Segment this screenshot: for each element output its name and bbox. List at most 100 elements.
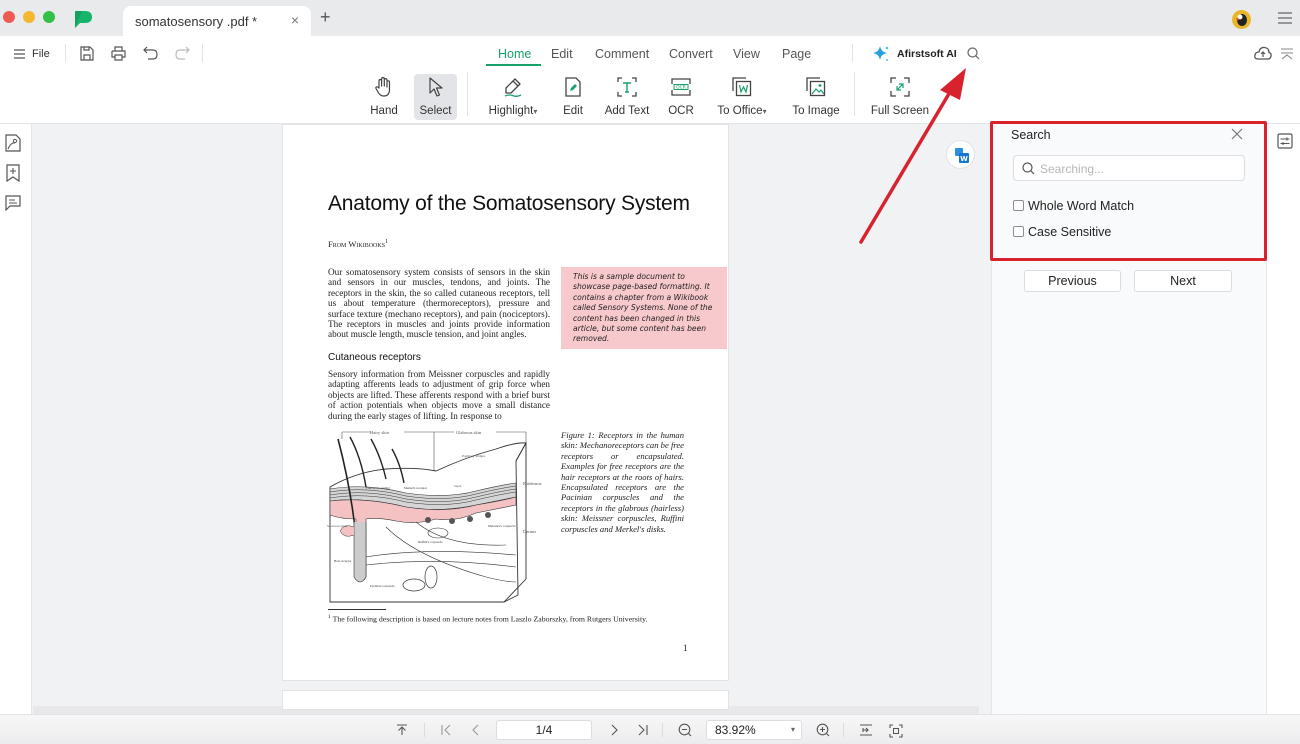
figure-label-epidermis: Epidermis	[523, 481, 542, 486]
first-page-icon[interactable]	[440, 724, 452, 736]
figure-label-meissner: Meissner's corpuscle	[488, 524, 516, 528]
hand-tool-button[interactable]: Hand	[362, 74, 406, 120]
hand-tool-label: Hand	[370, 105, 398, 117]
thumbnails-icon[interactable]	[5, 134, 21, 152]
divider	[467, 72, 468, 116]
figure-label-hairy-skin: Hairy skin	[370, 430, 390, 435]
save-icon[interactable]	[80, 46, 94, 61]
divider	[662, 723, 663, 737]
tab-edit[interactable]: Edit	[551, 47, 573, 61]
figure-label-free-nerve: Free nerve ending	[366, 486, 390, 490]
tab-comment[interactable]: Comment	[595, 47, 649, 61]
document-tab[interactable]: somatosensory .pdf * ×	[123, 6, 311, 36]
svg-text:W: W	[960, 155, 968, 163]
page-number: 1	[683, 643, 688, 653]
section-paragraph: Sensory information from Meissner corpus…	[328, 369, 550, 421]
file-menu-icon[interactable]	[14, 49, 26, 59]
next-result-button[interactable]: Next	[1134, 270, 1232, 292]
previous-result-button[interactable]: Previous	[1024, 270, 1121, 292]
tab-view[interactable]: View	[733, 47, 760, 61]
tab-home[interactable]: Home	[498, 47, 531, 61]
add-text-icon	[616, 76, 638, 98]
tab-convert[interactable]: Convert	[669, 47, 713, 61]
zoom-in-icon[interactable]	[816, 723, 830, 737]
fit-page-icon[interactable]	[889, 724, 903, 738]
skin-receptors-figure: Hairy skin Glabrous skin Papillary Ridge…	[326, 427, 552, 605]
to-office-tool-label: To Office	[717, 105, 763, 117]
print-icon[interactable]	[111, 46, 126, 61]
full-screen-tool-label: Full Screen	[870, 105, 930, 117]
divider	[852, 44, 853, 62]
ai-assistant-button[interactable]: Afirstsoft AI	[897, 48, 957, 60]
tab-page[interactable]: Page	[782, 47, 811, 61]
select-tool-button[interactable]: Select	[414, 74, 457, 120]
ocr-tool-label: OCR	[668, 105, 694, 117]
edit-tool-button[interactable]: Edit	[556, 74, 590, 120]
ocr-tool-button[interactable]: OCR OCR	[664, 74, 698, 120]
figure-label-dermis: Dermis	[523, 529, 536, 534]
figure-label-septa: Septa	[454, 484, 462, 488]
collapse-toolbar-icon[interactable]	[1280, 48, 1294, 60]
edit-icon	[563, 76, 583, 98]
footnote-mark: 1	[385, 239, 389, 246]
add-text-tool-button[interactable]: Add Text	[602, 74, 652, 120]
document-title: Anatomy of the Somatosensory System	[328, 192, 690, 215]
new-tab-button[interactable]: +	[320, 7, 331, 28]
footnote-text: The following description is based on le…	[332, 614, 648, 624]
highlighter-icon	[502, 76, 524, 98]
fullscreen-icon	[889, 76, 911, 98]
edit-tool-label: Edit	[563, 105, 583, 117]
left-sidebar	[0, 124, 32, 714]
comments-icon[interactable]	[5, 195, 21, 211]
previous-page-icon[interactable]	[470, 724, 482, 736]
window-close-button[interactable]	[3, 11, 15, 23]
window-maximize-button[interactable]	[43, 11, 55, 23]
dropdown-caret-icon: ▾	[762, 107, 767, 116]
pdf-page-2	[282, 690, 729, 710]
last-page-icon[interactable]	[637, 724, 649, 736]
right-sidebar	[1266, 124, 1300, 714]
redo-icon[interactable]	[175, 46, 190, 60]
figure-label-papillary-ridges: Papillary Ridges	[462, 454, 486, 458]
select-tool-label: Select	[419, 105, 452, 117]
highlight-tool-label: Highlight	[488, 105, 534, 117]
bookmark-add-icon[interactable]	[6, 164, 20, 182]
to-office-icon	[731, 76, 753, 98]
properties-panel-icon[interactable]	[1277, 133, 1293, 149]
toolbar: File Home Edit Comment Convert View Page…	[0, 36, 1300, 124]
go-to-top-icon[interactable]	[396, 724, 408, 736]
figure-label-merkel: Merkel's receptor	[404, 486, 428, 490]
fit-width-icon[interactable]	[859, 724, 873, 736]
divider	[854, 72, 855, 116]
window-minimize-button[interactable]	[23, 11, 35, 23]
active-tab-indicator	[486, 64, 541, 66]
figure-label-pacinian: Pacinian corpuscle	[370, 584, 395, 588]
to-image-tool-label: To Image	[792, 105, 840, 117]
search-icon[interactable]	[967, 47, 980, 60]
ocr-icon: OCR	[670, 76, 692, 98]
zoom-out-icon[interactable]	[678, 723, 692, 737]
footnote-divider	[328, 609, 386, 610]
hamburger-menu-icon[interactable]	[1278, 12, 1292, 24]
figure-caption: Figure 1: Receptors in the human skin: M…	[561, 430, 684, 534]
figure-label-glabrous-skin: Glabrous skin	[456, 430, 482, 435]
full-screen-tool-button[interactable]: Full Screen	[869, 74, 931, 120]
to-office-tool-button[interactable]: To Office▾	[712, 74, 772, 120]
user-avatar[interactable]	[1232, 10, 1251, 29]
ai-sparkle-icon[interactable]	[872, 45, 890, 63]
next-page-icon[interactable]	[608, 724, 620, 736]
page-number-input[interactable]: 1/4	[496, 720, 592, 740]
hand-icon	[374, 76, 394, 98]
file-menu-button[interactable]: File	[32, 48, 50, 60]
word-convert-icon: W	[955, 148, 969, 163]
undo-icon[interactable]	[143, 46, 158, 60]
to-image-tool-button[interactable]: To Image	[788, 74, 844, 120]
cloud-upload-icon[interactable]	[1254, 46, 1272, 60]
document-source: From Wikibooks1	[328, 239, 388, 249]
highlight-tool-button[interactable]: Highlight▾	[480, 74, 546, 120]
svg-text:OCR: OCR	[676, 85, 686, 91]
convert-to-word-button[interactable]: W	[946, 140, 975, 169]
zoom-level-select[interactable]: 83.92% ▾	[706, 720, 802, 740]
tab-close-icon[interactable]: ×	[291, 12, 299, 28]
divider	[424, 723, 425, 737]
